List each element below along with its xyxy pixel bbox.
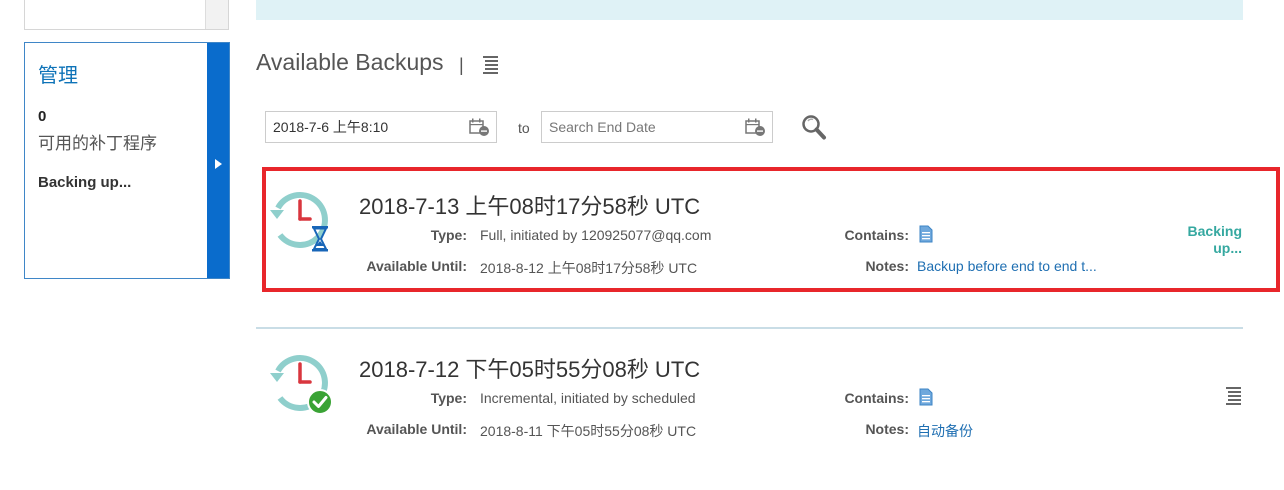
previous-card-partial	[24, 0, 229, 30]
notes-label: Notes:	[865, 421, 909, 437]
document-icon[interactable]	[919, 388, 933, 406]
calendar-icon[interactable]	[744, 117, 766, 137]
type-value: Incremental, initiated by scheduled	[480, 390, 696, 406]
start-date-input[interactable]	[266, 112, 456, 142]
contains-label: Contains:	[844, 390, 909, 406]
title-separator: |	[459, 55, 464, 75]
end-date-input[interactable]	[542, 112, 732, 142]
previous-card-strip[interactable]	[205, 0, 228, 29]
management-card[interactable]: 管理 0 可用的补丁程序 Backing up...	[24, 42, 230, 279]
management-status: Backing up...	[38, 174, 132, 191]
expand-card-button[interactable]	[207, 43, 229, 278]
info-banner-partial	[256, 0, 1243, 20]
type-label: Type:	[430, 390, 467, 406]
search-icon[interactable]	[801, 114, 827, 142]
page: 管理 0 可用的补丁程序 Backing up... Available Bac…	[0, 0, 1284, 490]
calendar-icon[interactable]	[468, 117, 490, 137]
backup-date: 2018-7-12 下午05时55分08秒 UTC	[359, 357, 701, 382]
row-actions-menu-icon[interactable]	[1225, 386, 1242, 406]
available-until-label: Available Until:	[366, 421, 467, 437]
patches-count: 0	[38, 108, 47, 125]
page-title: Available Backups	[256, 49, 444, 75]
row-divider	[256, 327, 1243, 329]
row-divider	[256, 164, 1280, 166]
checkmark-icon	[307, 389, 333, 415]
notes-link[interactable]: 自动备份	[917, 421, 973, 441]
backup-complete-icon	[270, 355, 333, 415]
menu-icon[interactable]	[482, 55, 499, 75]
management-card-title: 管理	[38, 65, 78, 87]
available-until-value: 2018-8-11 下午05时55分08秒 UTC	[480, 423, 697, 439]
chevron-right-icon	[215, 159, 222, 169]
start-date-field[interactable]	[265, 111, 497, 143]
selection-highlight	[262, 167, 1280, 292]
patches-label: 可用的补丁程序	[38, 134, 157, 153]
date-range-to-label: to	[518, 120, 530, 136]
end-date-field[interactable]	[541, 111, 773, 143]
